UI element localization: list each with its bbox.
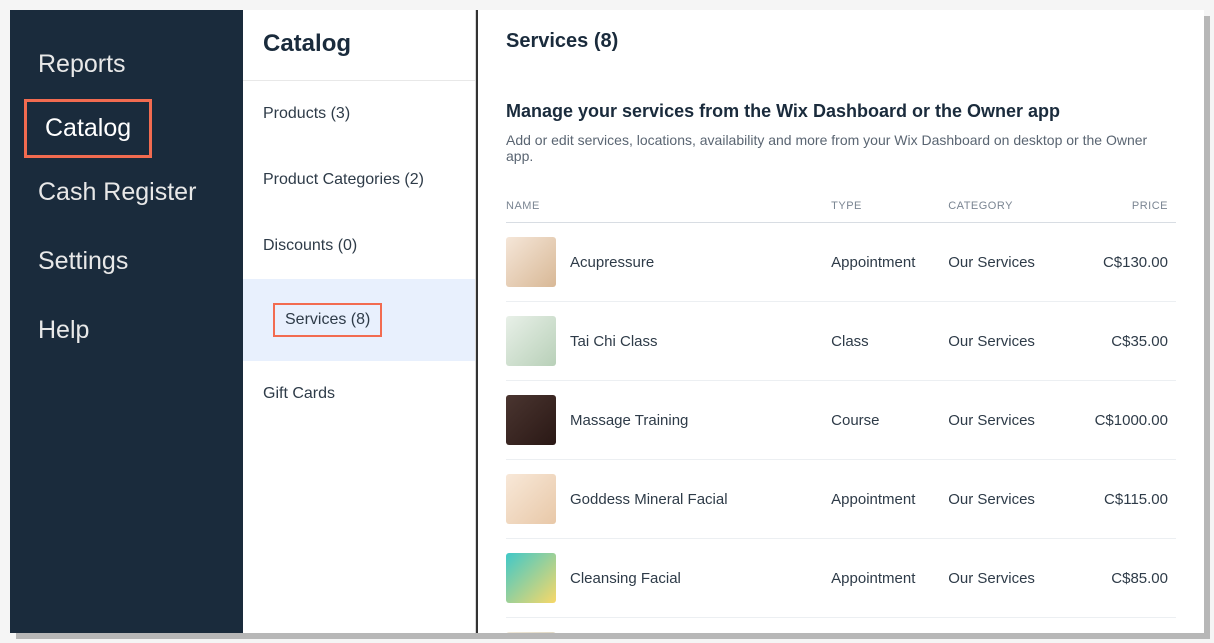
main-content: Services (8) Manage your services from t…: [476, 10, 1204, 633]
service-name: Massage Training: [570, 412, 688, 429]
cell-name: Massage Training: [506, 381, 831, 460]
table-row[interactable]: Massage Training CourseOur ServicesC$1000…: [506, 381, 1176, 460]
service-thumbnail: [506, 474, 556, 524]
cell-name: Tai Chi Class: [506, 302, 831, 381]
service-thumbnail: [506, 553, 556, 603]
subnav-item-gift-cards[interactable]: Gift Cards: [243, 361, 475, 427]
nav-item-settings[interactable]: Settings: [10, 227, 243, 296]
service-name: Acupressure: [570, 254, 654, 271]
nav-item-reports[interactable]: Reports: [10, 30, 243, 99]
cell-price: C$115.00: [1095, 460, 1176, 539]
subnav-item-product-categories[interactable]: Product Categories (2): [243, 147, 475, 213]
services-table: NAME TYPE CATEGORY PRICE Acupressure Appo…: [506, 200, 1176, 633]
col-header-name[interactable]: NAME: [506, 200, 831, 223]
cell-category: Our Services: [948, 460, 1094, 539]
cell-category: Our Services: [948, 381, 1094, 460]
service-thumbnail: [506, 632, 556, 633]
service-thumbnail: [506, 237, 556, 287]
service-name: Cleansing Facial: [570, 570, 681, 587]
secondary-title: Catalog: [243, 10, 475, 81]
cell-price: C$1000.00: [1095, 381, 1176, 460]
highlight-catalog: Catalog: [24, 99, 152, 158]
highlight-services: Services (8): [273, 303, 382, 337]
subnav-item-products[interactable]: Products (3): [243, 81, 475, 147]
table-row[interactable]: Acupressure AppointmentOur ServicesC$130.…: [506, 223, 1176, 302]
table-row[interactable]: Nail Art ManicureAppointmentOur Services…: [506, 618, 1176, 634]
section-description: Add or edit services, locations, availab…: [506, 132, 1176, 164]
cell-type: Course: [831, 381, 948, 460]
subnav-item-discounts[interactable]: Discounts (0): [243, 213, 475, 279]
cell-price: C$35.00: [1095, 302, 1176, 381]
table-row[interactable]: Goddess Mineral Facial AppointmentOur Ser…: [506, 460, 1176, 539]
service-thumbnail: [506, 316, 556, 366]
cell-type: Appointment: [831, 618, 948, 634]
cell-category: Our Services: [948, 302, 1094, 381]
sidebar-primary: Reports Catalog Cash Register Settings H…: [10, 10, 243, 633]
cell-category: Our Services: [948, 539, 1094, 618]
cell-name: Cleansing Facial: [506, 539, 831, 618]
col-header-category[interactable]: CATEGORY: [948, 200, 1094, 223]
service-name: Goddess Mineral Facial: [570, 491, 728, 508]
nav-item-help[interactable]: Help: [10, 296, 243, 365]
table-row[interactable]: Tai Chi Class ClassOur ServicesC$35.00: [506, 302, 1176, 381]
table-row[interactable]: Cleansing Facial AppointmentOur ServicesC…: [506, 539, 1176, 618]
cell-category: Our Services: [948, 223, 1094, 302]
col-header-price[interactable]: PRICE: [1095, 200, 1176, 223]
cell-type: Appointment: [831, 539, 948, 618]
cell-type: Class: [831, 302, 948, 381]
subnav-label-services: Services (8): [285, 311, 370, 328]
cell-price: C$85.00: [1095, 539, 1176, 618]
nav-item-catalog[interactable]: Catalog: [45, 114, 131, 143]
col-header-type[interactable]: TYPE: [831, 200, 948, 223]
page-heading: Services (8): [506, 30, 1176, 53]
cell-name: Acupressure: [506, 223, 831, 302]
subnav-item-services[interactable]: Services (8): [243, 279, 475, 361]
section-title: Manage your services from the Wix Dashbo…: [506, 101, 1176, 122]
service-name: Tai Chi Class: [570, 333, 658, 350]
cell-name: Nail Art Manicure: [506, 618, 831, 634]
cell-type: Appointment: [831, 223, 948, 302]
nav-item-cash-register[interactable]: Cash Register: [10, 158, 243, 227]
cell-type: Appointment: [831, 460, 948, 539]
service-thumbnail: [506, 395, 556, 445]
cell-category: Our Services: [948, 618, 1094, 634]
app-window: Reports Catalog Cash Register Settings H…: [10, 10, 1204, 633]
cell-price: C$25.00: [1095, 618, 1176, 634]
sidebar-secondary: Catalog Products (3) Product Categories …: [243, 10, 476, 633]
cell-price: C$130.00: [1095, 223, 1176, 302]
cell-name: Goddess Mineral Facial: [506, 460, 831, 539]
